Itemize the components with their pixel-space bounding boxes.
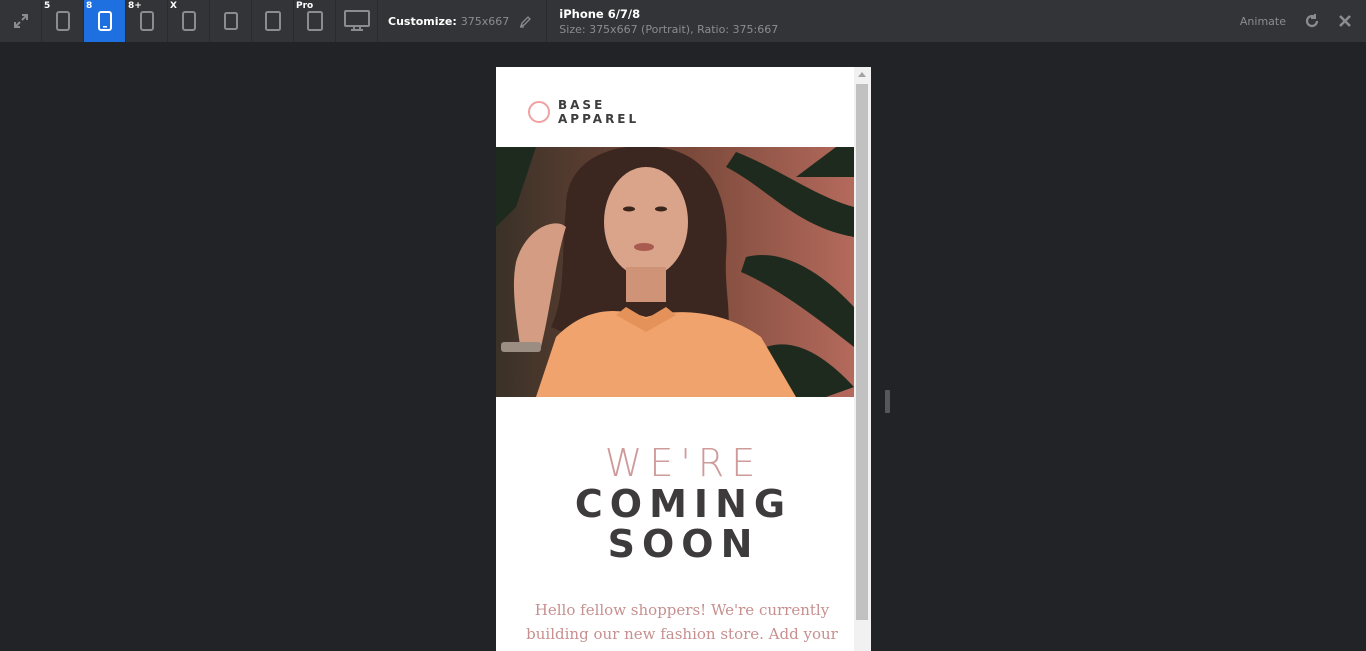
scroll-up-arrow-icon[interactable] <box>858 72 866 77</box>
phone-icon <box>97 11 112 31</box>
device-tablet-button[interactable] <box>210 0 252 42</box>
logo-ring-icon <box>528 101 550 123</box>
headline-line-1: WE'RE <box>604 441 763 485</box>
device-badge: X <box>170 1 177 11</box>
toolbar-actions: Animate <box>1240 0 1366 42</box>
animate-button[interactable]: Animate <box>1240 15 1286 28</box>
tablet-icon <box>264 11 281 31</box>
viewport-scrollbar[interactable] <box>854 67 871 651</box>
fullscreen-icon <box>13 14 28 28</box>
pencil-icon[interactable] <box>519 15 532 28</box>
device-viewport[interactable]: BASE APPAREL WE'RE COMING SOON Hello fel… <box>496 67 871 651</box>
desktop-icon <box>343 10 370 31</box>
device-badge: 5 <box>44 1 51 11</box>
coming-soon-headline: WE'RE COMING SOON <box>496 442 871 564</box>
customize-size-control[interactable]: Customize: 375x667 <box>378 0 548 42</box>
phone-icon <box>55 11 70 31</box>
intro-line-1: Hello fellow shoppers! We're currently <box>534 601 830 619</box>
device-badge: Pro <box>296 1 314 11</box>
device-desktop-button[interactable] <box>336 0 378 42</box>
rotate-icon[interactable] <box>1304 13 1320 29</box>
logo-text: BASE APPAREL <box>558 98 639 126</box>
device-badge: 8+ <box>128 1 142 11</box>
viewport-resize-handle[interactable] <box>885 390 890 413</box>
intro-line-2: building our new fashion store. Add your <box>526 625 838 643</box>
device-iphone-x-button[interactable]: X <box>168 0 210 42</box>
device-toolbar: 5 8 8+ X Pro Customize: 375x667 iPhone 6… <box>0 0 1366 42</box>
device-iphone-8-plus-button[interactable]: 8+ <box>126 0 168 42</box>
device-badge: 8 <box>86 1 93 11</box>
logo-line-2: APPAREL <box>558 112 640 126</box>
phone-icon <box>181 11 196 31</box>
device-size: Size: 375x667 (Portrait), Ratio: 375:667 <box>559 22 779 36</box>
phone-icon <box>139 11 154 31</box>
headline-line-2: COMING <box>574 482 793 526</box>
device-tablet-pro-button[interactable]: Pro <box>294 0 336 42</box>
logo-line-1: BASE <box>558 98 606 112</box>
device-info: iPhone 6/7/8 Size: 375x667 (Portrait), R… <box>547 0 778 42</box>
customize-label: Customize: <box>388 14 457 28</box>
fullscreen-button[interactable] <box>0 0 42 42</box>
intro-paragraph: Hello fellow shoppers! We're currently b… <box>524 598 840 646</box>
tablet-icon <box>223 12 238 30</box>
device-name: iPhone 6/7/8 <box>559 6 641 21</box>
customize-value: 375x667 <box>460 14 510 28</box>
device-iphone-8-button[interactable]: 8 <box>84 0 126 42</box>
tablet-icon <box>306 11 323 31</box>
scrollbar-thumb[interactable] <box>856 84 868 620</box>
device-iphone-5-button[interactable]: 5 <box>42 0 84 42</box>
site-logo[interactable]: BASE APPAREL <box>528 98 639 126</box>
device-tablet-large-button[interactable] <box>252 0 294 42</box>
hero-image <box>496 147 854 397</box>
headline-line-3: SOON <box>607 522 760 566</box>
close-icon[interactable] <box>1338 14 1352 28</box>
